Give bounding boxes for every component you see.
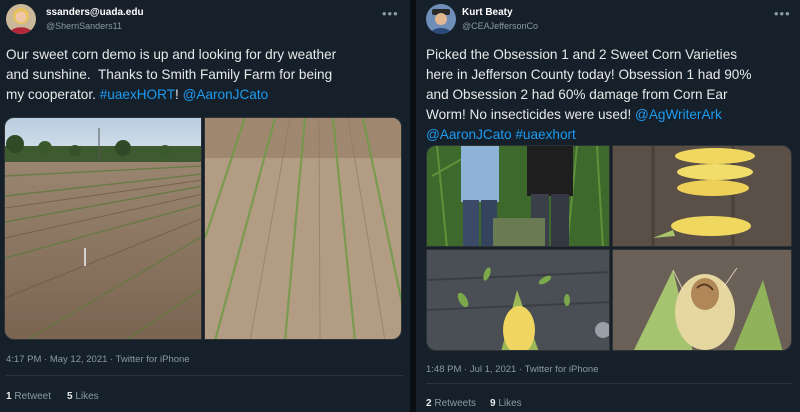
user-handle[interactable]: @SherriSanders11 xyxy=(46,21,122,31)
text-line: and sunshine. Thanks to Smith Family Far… xyxy=(6,67,333,82)
display-name[interactable]: Kurt Beaty xyxy=(462,7,513,18)
tweet-photo-worms-on-table[interactable] xyxy=(426,249,610,351)
more-options-icon[interactable]: ••• xyxy=(382,6,399,21)
tweet-photo-people-in-corn[interactable] xyxy=(426,145,610,247)
tweet-photo-corn-ears[interactable] xyxy=(612,145,792,247)
mention-link[interactable]: @AaronJCato xyxy=(183,87,269,102)
tweet-card-beaty: Kurt Beaty @CEAJeffersonCo ••• Picked th… xyxy=(416,0,800,412)
tweet-photo-field[interactable] xyxy=(4,117,202,340)
text-line: Our sweet corn demo is up and looking fo… xyxy=(6,47,337,62)
tweet-card-sanders: ssanders@uada.edu @SherriSanders11 ••• O… xyxy=(0,0,410,412)
tweet-photo-damaged-ear[interactable] xyxy=(612,249,792,351)
text-line: Worm! No insecticides were used! xyxy=(426,107,636,122)
text-line: and Obsession 2 had 60% damage from Corn… xyxy=(426,87,728,102)
likes-label: Likes xyxy=(495,398,522,409)
avatar[interactable] xyxy=(6,4,36,34)
avatar[interactable] xyxy=(426,4,456,34)
text-line: Picked the Obsession 1 and 2 Sweet Corn … xyxy=(426,47,738,62)
text-punctuation: ! xyxy=(175,87,183,102)
tweet-timestamp[interactable]: 1:48 PM · Jul 1, 2021 · Twitter for iPho… xyxy=(426,364,599,375)
tweet-text: Picked the Obsession 1 and 2 Sweet Corn … xyxy=(426,45,751,145)
display-name[interactable]: ssanders@uada.edu xyxy=(46,7,144,18)
hashtag-link[interactable]: #uaexhort xyxy=(515,127,575,142)
user-handle[interactable]: @CEAJeffersonCo xyxy=(462,21,538,31)
tweet-photo-rows[interactable] xyxy=(204,117,402,340)
hashtag-link[interactable]: #uaexHORT xyxy=(100,87,175,102)
mention-link[interactable]: @AgWriterArk xyxy=(635,107,722,122)
text-line: here in Jefferson County today! Obsessio… xyxy=(426,67,752,82)
tweet-text: Our sweet corn demo is up and looking fo… xyxy=(6,45,336,105)
likes-stat[interactable]: 9 Likes xyxy=(490,398,522,409)
divider xyxy=(6,375,404,376)
retweet-label: Retweets xyxy=(431,398,477,409)
likes-label: Likes xyxy=(72,391,99,402)
retweet-label: Retweet xyxy=(11,391,52,402)
likes-stat[interactable]: 5 Likes xyxy=(67,391,99,402)
mention-link[interactable]: @AaronJCato xyxy=(426,127,512,142)
divider xyxy=(426,383,792,384)
text-line: my cooperator. xyxy=(6,87,100,102)
more-options-icon[interactable]: ••• xyxy=(774,6,791,21)
retweet-stat[interactable]: 1 Retweet xyxy=(6,391,51,402)
tweet-timestamp[interactable]: 4:17 PM · May 12, 2021 · Twitter for iPh… xyxy=(6,354,190,365)
retweet-stat[interactable]: 2 Retweets xyxy=(426,398,476,409)
